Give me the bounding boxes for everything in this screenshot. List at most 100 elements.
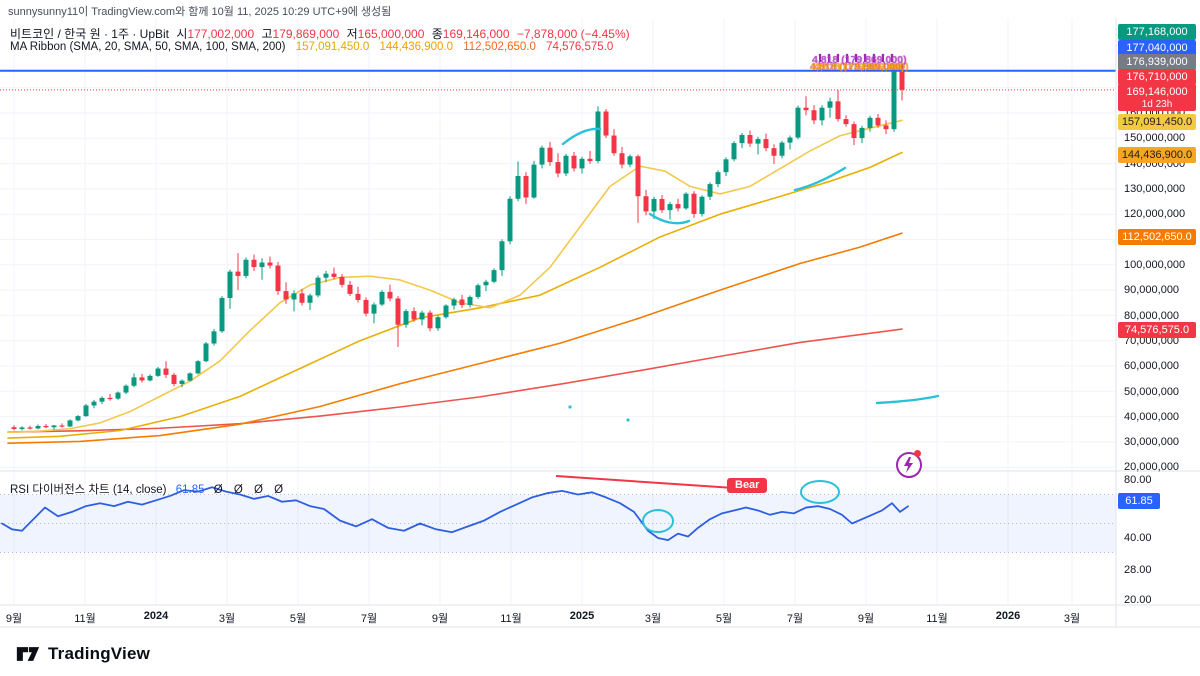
candle-body — [731, 143, 737, 160]
symbol-legend-row: 비트코인 / 한국 원 · 1주 · UpBit 시177,002,000 고1… — [10, 25, 630, 42]
price-axis-badge: 74,576,575.0 — [1118, 322, 1196, 338]
candle-body — [259, 262, 265, 268]
candle-body — [411, 311, 417, 320]
candle-body — [827, 101, 833, 108]
candle-body — [179, 380, 185, 384]
price-tick-label: 90,000,000 — [1124, 284, 1180, 296]
high-value: 179,869,000 — [272, 27, 340, 41]
candle-body — [835, 101, 841, 120]
candle-body — [27, 427, 33, 429]
time-tick-label: 7월 — [360, 613, 378, 625]
ma20-value: 157,091,450.0 — [295, 41, 370, 53]
candle-body — [875, 117, 881, 126]
candle-body — [843, 119, 849, 125]
time-tick-label: 5월 — [715, 613, 733, 625]
candle-body — [379, 291, 385, 305]
ma200-value: 74,576,575.0 — [546, 41, 614, 53]
candle-body — [459, 299, 465, 306]
candle-body — [203, 343, 209, 362]
candle-body — [563, 155, 569, 174]
rsi-title: RSI 다이버전스 차트 (14, close) — [10, 484, 167, 496]
price-axis-badge: 144,436,900.0 — [1118, 147, 1196, 163]
price-tick-label: 80.00 — [1124, 474, 1152, 486]
time-tick-label: 9월 — [857, 613, 875, 625]
price-chart-canvas[interactable] — [0, 0, 1200, 630]
candle-body — [803, 107, 809, 111]
price-tick-label: 50,000,000 — [1124, 386, 1180, 398]
candle-body — [251, 259, 257, 268]
candle-body — [331, 273, 337, 277]
bar-countdown: 1d 23h — [1141, 99, 1173, 110]
price-axis-badge: 61.85 — [1118, 493, 1160, 509]
candle-body — [339, 276, 345, 285]
candle-body — [547, 147, 553, 163]
candle-body — [515, 175, 521, 199]
price-tick-label: 60,000,000 — [1124, 360, 1180, 372]
candle-body — [355, 293, 361, 300]
candle-body — [611, 135, 617, 154]
candle-body — [579, 158, 585, 169]
candle-body — [395, 298, 401, 325]
open-label: 시 — [176, 27, 188, 41]
candle-body — [11, 427, 17, 429]
price-tick-label: 28.00 — [1124, 564, 1152, 576]
price-axis-badge: 157,091,450.0 — [1118, 114, 1196, 130]
candle-body — [115, 392, 121, 399]
candle-body — [315, 277, 321, 296]
candle-body — [795, 107, 801, 138]
candle-body — [51, 425, 57, 428]
candle-body — [723, 159, 729, 173]
candle-body — [267, 262, 273, 266]
time-tick-label: 9월 — [431, 613, 449, 625]
candle-body — [107, 397, 113, 400]
candle-body — [371, 304, 377, 314]
candle-body — [571, 155, 577, 169]
candle-body — [755, 139, 761, 144]
candle-body — [499, 241, 505, 271]
open-value: 177,002,000 — [187, 27, 255, 41]
price-tick-label: 130,000,000 — [1124, 183, 1186, 195]
candle-body — [75, 416, 81, 421]
candle-body — [531, 164, 537, 198]
candle-body — [867, 117, 873, 128]
sma20-line — [7, 119, 903, 434]
ma-title: MA Ribbon (SMA, 20, SMA, 50, SMA, 100, S… — [10, 41, 286, 53]
candle-body — [715, 172, 721, 185]
bear-divergence-label[interactable]: Bear — [727, 478, 768, 493]
candle-body — [235, 271, 241, 276]
candle-body — [443, 305, 449, 318]
candle-body — [99, 397, 105, 402]
time-tick-label: 11월 — [74, 613, 96, 625]
time-tick-label: 9월 — [5, 613, 23, 625]
candle-body — [603, 111, 609, 136]
candle-body — [283, 291, 289, 300]
candle-body — [139, 377, 145, 381]
low-value: 165,000,000 — [357, 27, 425, 41]
candle-body — [763, 139, 769, 149]
candle-body — [627, 156, 633, 165]
candle-body — [819, 107, 825, 121]
price-axis-badge: 112,502,650.0 — [1118, 229, 1196, 245]
candle-body — [347, 284, 353, 294]
price-tick-label: 100,000,000 — [1124, 259, 1186, 271]
candle-body — [83, 405, 89, 417]
close-value: 169,146,000 — [442, 27, 510, 41]
candle-body — [323, 273, 329, 278]
sma50-line — [7, 151, 903, 439]
ma50-value: 144,436,900.0 — [379, 41, 453, 53]
candle-body — [659, 199, 665, 211]
candle-body — [427, 312, 433, 329]
footer-brand[interactable]: TradingView — [16, 642, 150, 666]
candle-body — [747, 135, 753, 144]
divergence-trendline — [555, 475, 735, 489]
candle-body — [811, 110, 817, 121]
candle-body — [451, 299, 457, 306]
candle-body — [475, 285, 481, 297]
candle-body — [667, 204, 673, 211]
candle-body — [155, 368, 161, 376]
cyan-curve-drawing — [875, 394, 940, 405]
candle-body — [91, 401, 97, 406]
candle-body — [387, 291, 393, 299]
lightning-bolt-icon — [904, 457, 913, 473]
candle-body — [595, 111, 601, 162]
